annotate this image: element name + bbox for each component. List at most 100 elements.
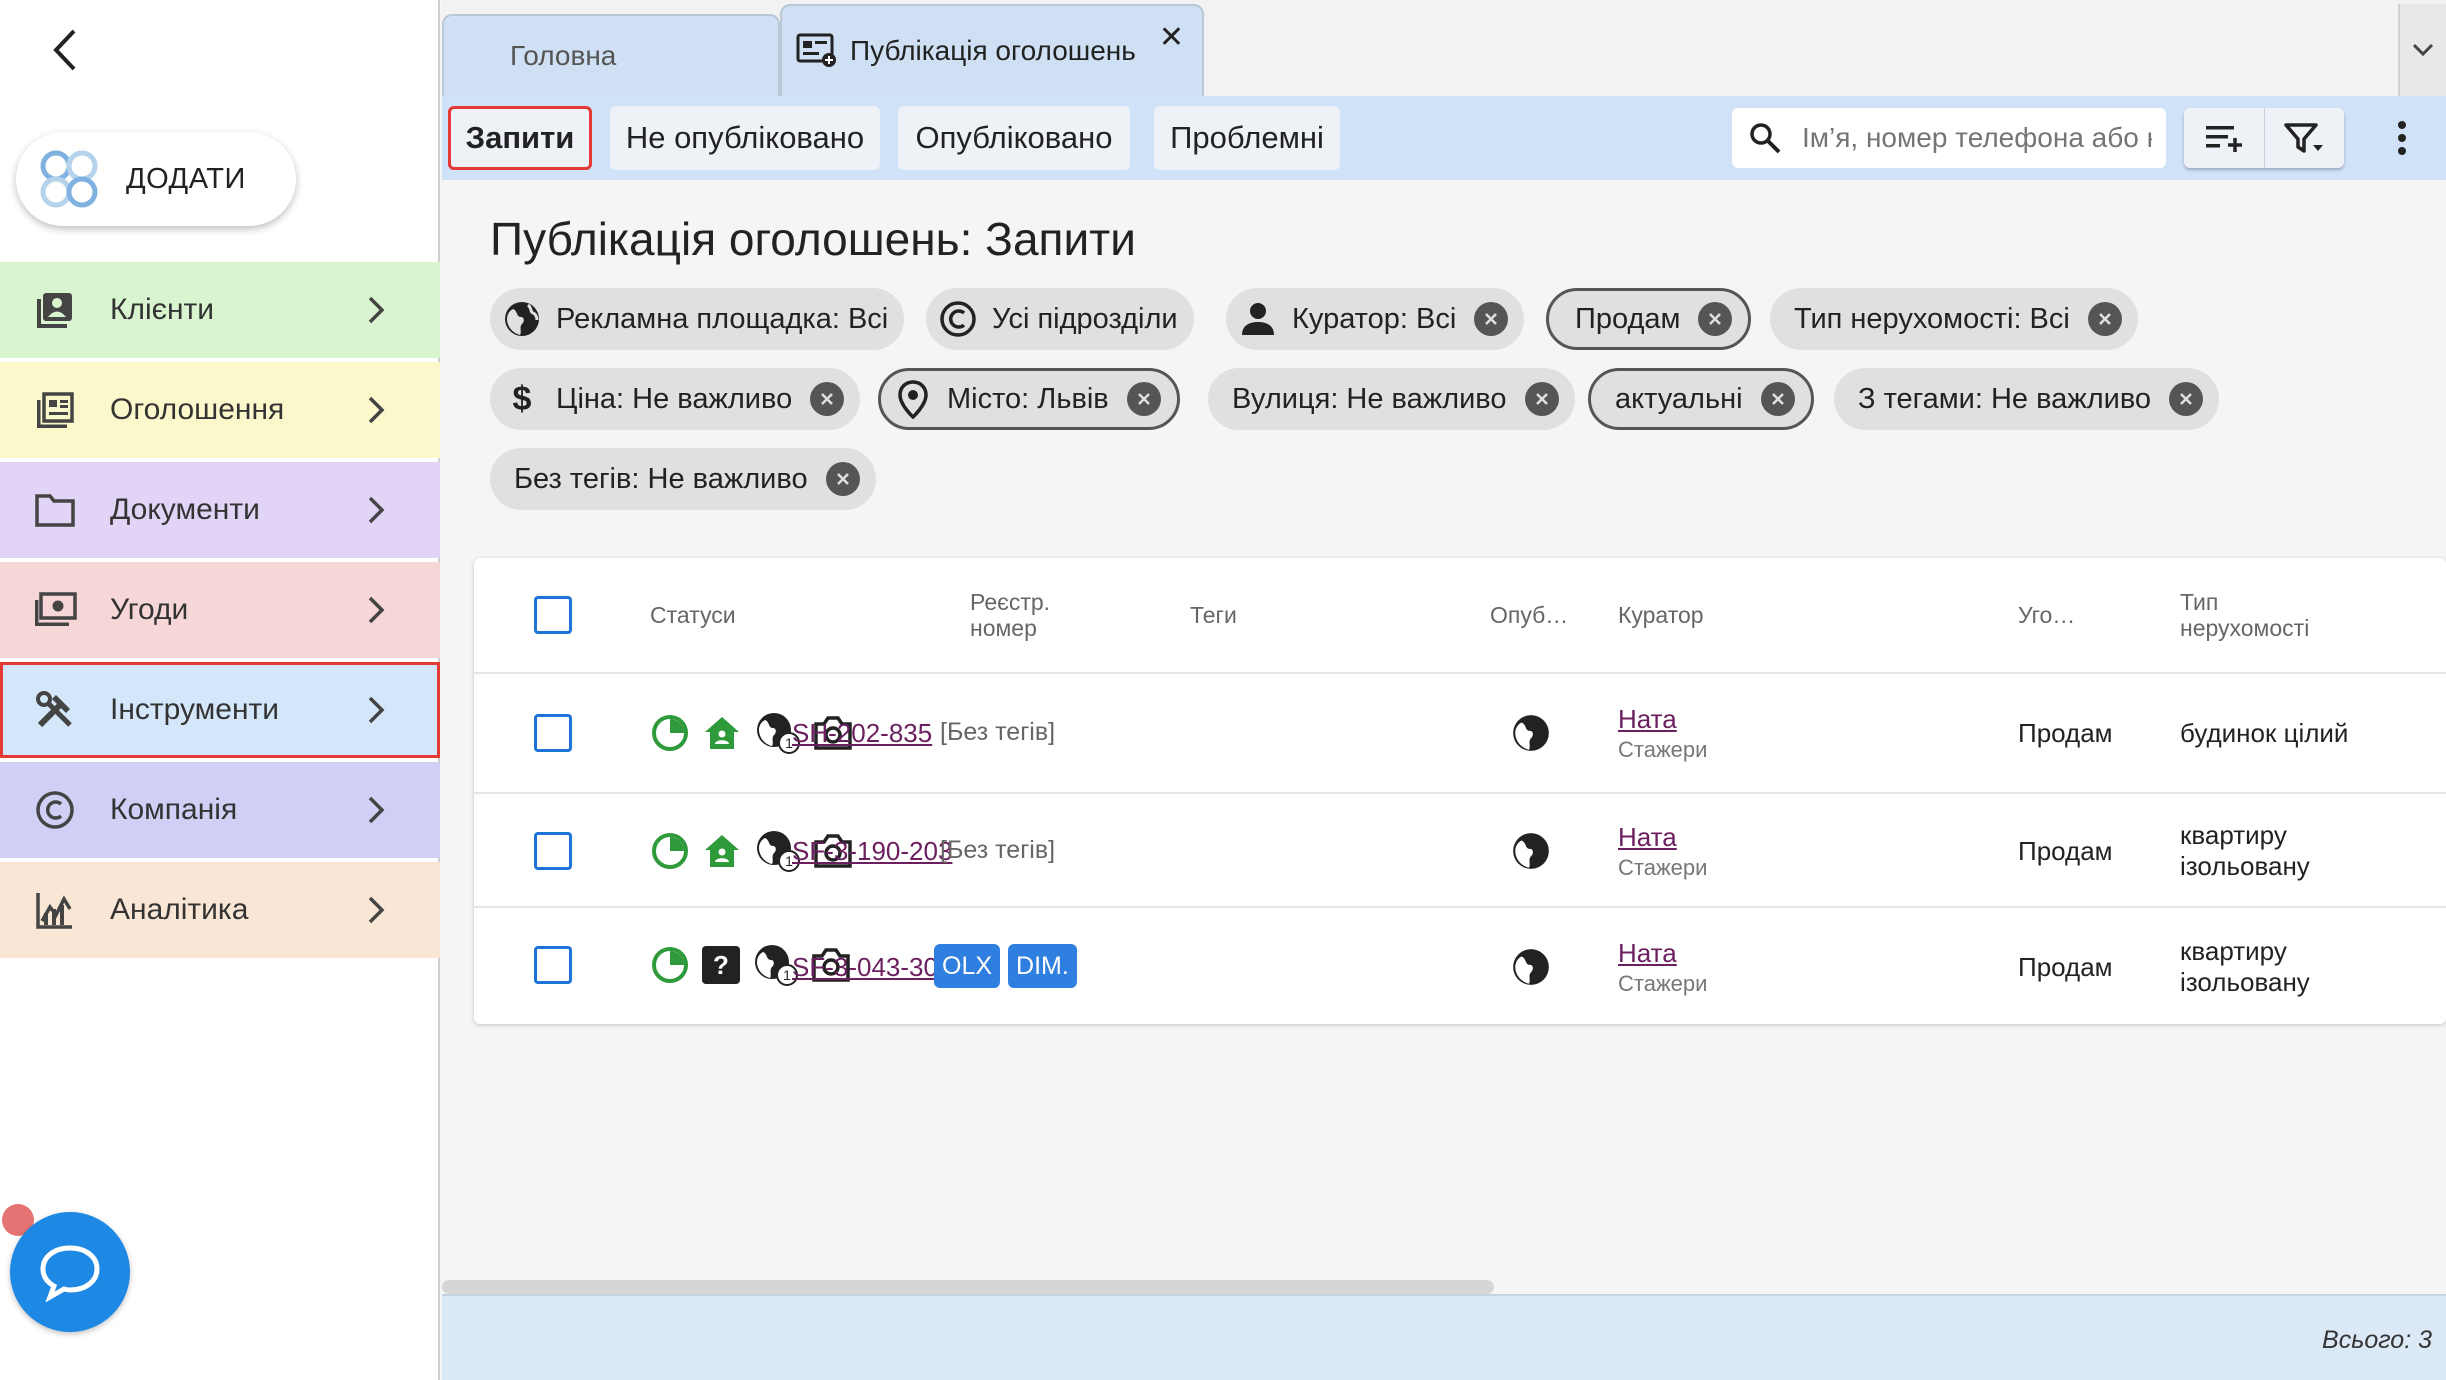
sidebar-item-label: Клієнти: [110, 293, 215, 326]
header-property-type[interactable]: Тип нерухомості: [2180, 558, 2309, 672]
sidebar-item-label: Інструменти: [110, 693, 280, 726]
horizontal-scrollbar[interactable]: [442, 1280, 1494, 1294]
filter-chip-actual[interactable]: актуальні: [1588, 368, 1814, 430]
reg-number-link[interactable]: SF-3-190-203: [792, 836, 952, 867]
chip-remove-icon[interactable]: [1524, 382, 1559, 416]
chip-label: Куратор: Всі: [1292, 302, 1457, 335]
filter-chip-curator[interactable]: Куратор: Всі: [1226, 288, 1525, 350]
add-filter-button[interactable]: [2184, 108, 2264, 168]
button-label: Запити: [465, 120, 575, 155]
money-icon: [32, 587, 78, 633]
sidebar-item-tools[interactable]: Інструменти: [0, 662, 440, 758]
header-reg-number[interactable]: Реєстр. номер: [970, 558, 1050, 672]
person-icon: [1236, 297, 1280, 341]
chip-remove-icon[interactable]: [2169, 382, 2204, 416]
dollar-icon: $: [512, 379, 532, 418]
more-options-button[interactable]: [2382, 112, 2422, 164]
curator-link[interactable]: Ната: [1618, 938, 1707, 969]
chip-remove-icon[interactable]: [810, 382, 845, 416]
filter-chip-without-tags[interactable]: Без тегів: Не важливо: [490, 448, 876, 510]
chip-label: Рекламна площадка: Всі: [556, 302, 889, 335]
chip-remove-icon[interactable]: [825, 462, 860, 496]
filter-chip-division[interactable]: Усі підрозділи: [926, 288, 1194, 350]
add-button-label: ДОДАТИ: [126, 162, 246, 195]
chip-remove-icon[interactable]: [2087, 302, 2122, 336]
chat-button[interactable]: [10, 1212, 130, 1332]
header-reg-line1: Реєстр.: [970, 588, 1051, 615]
globe-icon: [1513, 949, 1549, 985]
chevron-right-icon: [356, 490, 396, 530]
tabs-dropdown-button[interactable]: [2398, 4, 2446, 96]
row-checkbox[interactable]: [534, 714, 572, 752]
chevron-down-icon: [2412, 43, 2434, 57]
chip-remove-icon[interactable]: [1760, 382, 1795, 416]
chip-remove-icon[interactable]: [1698, 302, 1733, 336]
tab-unpublished-button[interactable]: Не опубліковано: [610, 106, 880, 170]
filter-chip-platform[interactable]: Рекламна площадка: Всі: [490, 288, 905, 350]
filter-chip-sell[interactable]: Продам: [1546, 288, 1752, 350]
globe-icon: [500, 297, 544, 341]
tools-icon: [32, 687, 78, 733]
published-globe: [1510, 712, 1552, 754]
filter-chip-street[interactable]: Вулиця: Не важливо: [1208, 368, 1575, 430]
header-type-line2: нерухомості: [2180, 615, 2310, 641]
footer: Всього: 3: [442, 1294, 2446, 1380]
published-globe: [1510, 830, 1552, 872]
add-button[interactable]: ДОДАТИ: [16, 132, 296, 226]
header-type-line1: Тип: [2180, 588, 2219, 615]
row-checkbox[interactable]: [534, 946, 572, 984]
chip-remove-icon[interactable]: [1126, 382, 1161, 416]
header-published[interactable]: Опуб…: [1490, 558, 1568, 672]
tab-published-button[interactable]: Опубліковано: [898, 106, 1130, 170]
search-box: [1732, 108, 2166, 168]
header-curator[interactable]: Куратор: [1618, 558, 1704, 672]
sidebar-item-company[interactable]: Компанія: [0, 762, 440, 858]
tab-publication[interactable]: Публікація оголошень ✕: [780, 4, 1204, 96]
sidebar-item-clients[interactable]: Клієнти: [0, 262, 440, 358]
filter-chip-property-type[interactable]: Тип нерухомості: Всі: [1770, 288, 2138, 350]
reg-number-link[interactable]: SH-202-835: [792, 718, 932, 749]
reg-number-link[interactable]: SF-3-043-306: [792, 952, 952, 983]
curator-link[interactable]: Ната: [1618, 704, 1707, 735]
tab-problematic-button[interactable]: Проблемні: [1154, 106, 1340, 170]
table-row[interactable]: 1 SF-3-190-203 [Без тегів] Ната Стажери …: [474, 792, 2446, 906]
header-deal[interactable]: Уго…: [2018, 558, 2075, 672]
filter-chip-price[interactable]: $ Ціна: Не важливо: [490, 368, 861, 430]
sidebar-item-documents[interactable]: Документи: [0, 462, 440, 558]
home-status-icon: [705, 717, 739, 749]
select-all-checkbox[interactable]: [534, 596, 572, 634]
page-title: Публікація оголошень: Запити: [490, 213, 1136, 265]
back-button[interactable]: [40, 22, 90, 78]
header-tags[interactable]: Теги: [1190, 558, 1237, 672]
filter-menu-button[interactable]: [2263, 108, 2345, 168]
tag-badges: OLX DIM.: [934, 944, 1085, 988]
table-row[interactable]: ? 1 SF-3-043-306 OLX DIM. Ната Стажери П…: [474, 906, 2446, 1024]
sidebar-item-deals[interactable]: Угоди: [0, 562, 440, 658]
search-input[interactable]: [1802, 122, 2152, 154]
select-all-cell: [534, 558, 572, 672]
chevron-right-icon: [356, 590, 396, 630]
pie-status-icon: [652, 833, 688, 869]
close-icon[interactable]: ✕: [1159, 20, 1184, 55]
tab-home[interactable]: Головна: [442, 14, 780, 96]
globe-icon: [1513, 715, 1549, 751]
chip-label: актуальні: [1615, 382, 1743, 415]
tab-publication-label: Публікація оголошень: [850, 35, 1136, 66]
location-pin-icon: [891, 377, 935, 421]
row-checkbox[interactable]: [534, 832, 572, 870]
sidebar-item-analytics[interactable]: Аналітика: [0, 862, 440, 958]
sidebar-item-listings[interactable]: Оголошення: [0, 362, 440, 458]
curator-link[interactable]: Ната: [1618, 822, 1707, 853]
button-label: Проблемні: [1170, 120, 1324, 155]
header-statuses[interactable]: Статуси: [650, 558, 736, 672]
chip-remove-icon[interactable]: [1474, 302, 1509, 336]
table-row[interactable]: 1 SH-202-835 [Без тегів] Ната Стажери Пр…: [474, 672, 2446, 792]
toolbar: Запити Не опубліковано Опубліковано Проб…: [442, 96, 2446, 180]
tag-badge-olx[interactable]: OLX: [934, 944, 1001, 988]
tag-badge-dim[interactable]: DIM.: [1008, 944, 1077, 988]
deal-type: Продам: [2018, 952, 2113, 982]
property-type-line2: ізольовану: [2180, 851, 2310, 882]
filter-chip-city[interactable]: Місто: Львів: [878, 368, 1180, 430]
filter-chip-with-tags[interactable]: З тегами: Не важливо: [1834, 368, 2220, 430]
tab-requests-button[interactable]: Запити: [448, 106, 592, 170]
